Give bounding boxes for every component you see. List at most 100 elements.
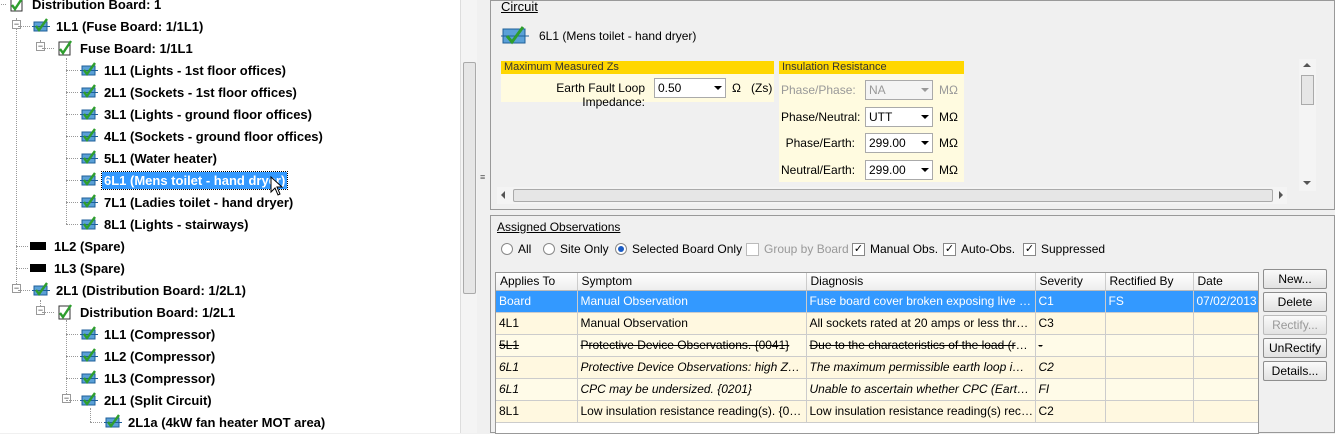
tree-collapse-toggle[interactable]: − [36,306,45,315]
tree-item-label: 7L1 (Ladies toilet - hand dryer) [104,194,294,210]
radio-icon [501,243,513,255]
tree-collapse-toggle[interactable]: − [12,20,21,29]
tree-collapse-toggle[interactable]: − [62,394,71,403]
circuit-check-icon [80,62,102,78]
ir-field-label: Phase/Phase: [781,83,856,97]
tree-connector [66,70,78,71]
observation-row[interactable]: 6L1 Protective Device Observations: high … [496,356,1258,379]
circuit-hscroll-thumb[interactable] [513,189,1273,202]
tree-scrollbar-thumb[interactable] [463,62,476,294]
circuit-check-icon [32,18,54,34]
cell-applies-to: 8L1 [496,400,578,423]
column-header[interactable]: Applies To [496,273,578,291]
tree-item[interactable]: Distribution Board: 1/2L1 [56,302,237,322]
tree-item[interactable]: 1L1 (Lights - 1st floor offices) [80,60,288,80]
tree-item[interactable]: 4L1 (Sockets - ground floor offices) [80,126,325,146]
observation-row[interactable]: 4L1 Manual Observation All sockets rated a… [496,312,1258,335]
scroll-right-icon[interactable] [1279,191,1283,199]
circuit-horizontal-scrollbar[interactable] [497,187,1287,204]
ir-field-select[interactable]: UTT [865,107,933,127]
chevron-down-icon [921,168,929,172]
observation-row[interactable]: 8L1 Low insulation resistance reading(s).… [496,400,1258,423]
observation-row[interactable]: 5L1 Protective Device Observations. {0041… [496,334,1258,357]
new-observation-button[interactable]: New... [1263,269,1327,289]
tree-item-label: 1L3 (Spare) [54,260,125,276]
tree-item[interactable]: 6L1 (Mens toilet - hand dryer) [80,170,289,190]
suppressed-checkbox[interactable]: ✓ Suppressed [1023,242,1105,256]
observation-row[interactable]: Board Manual Observation Fuse board cover … [496,290,1258,313]
tree-connector [66,356,78,357]
cell-rectified-by [1105,312,1194,335]
tree-item[interactable]: 1L1 (Compressor) [80,324,217,344]
delete-observation-button[interactable]: Delete [1263,292,1327,312]
circuit-vertical-scrollbar[interactable] [1299,59,1316,191]
tree-scrollbar[interactable] [460,0,477,433]
column-header[interactable]: Rectified By [1105,273,1194,291]
tree-item[interactable]: Fuse Board: 1/1L1 [56,38,195,58]
circuit-check-icon [80,194,102,210]
tree-collapse-toggle[interactable]: − [12,284,21,293]
tree-item[interactable]: 1L3 (Spare) [30,258,127,278]
filter-site-only-radio[interactable]: Site Only [543,242,609,256]
ir-field-select[interactable]: 299.00 [865,160,933,180]
ir-field-label: Phase/Neutral: [781,110,861,124]
megohm-unit: MΩ [939,163,958,177]
tree-collapse-toggle[interactable]: − [36,42,45,51]
tree-item[interactable]: 1L1 (Fuse Board: 1/1L1) [32,16,205,36]
zs-suffix: (Zs) [751,81,773,95]
filter-all-radio[interactable]: All [501,242,531,256]
tree-item[interactable]: 1L3 (Compressor) [80,368,217,388]
rectify-button[interactable]: Rectify... [1263,315,1327,335]
tree-connector [16,18,17,290]
column-header[interactable]: Symptom [577,273,807,291]
earth-fault-loop-impedance-select[interactable]: 0.50 [654,78,726,98]
megohm-unit: MΩ [939,136,958,150]
circuit-check-icon [104,414,126,430]
group-by-board-checkbox[interactable]: Group by Board [746,242,849,256]
cell-diagnosis: Fuse board cover broken exposing live pa… [806,290,1036,313]
tree-connector [42,48,54,49]
filter-selected-board-only-radio[interactable]: Selected Board Only [615,242,742,256]
circuit-check-icon [80,370,102,386]
tree-item-label: 2L1 (Sockets - 1st floor offices) [104,84,297,100]
tree-item[interactable]: 1L2 (Compressor) [80,346,217,366]
tree-connector [66,202,78,203]
pane-splitter[interactable]: ≡ [477,0,490,433]
tree-item[interactable]: Distribution Board: 1 [8,0,163,14]
column-header[interactable]: Severity [1035,273,1106,291]
scroll-down-icon[interactable] [1303,181,1311,185]
tree-item[interactable]: 5L1 (Water heater) [80,148,219,168]
scroll-left-icon[interactable] [501,191,505,199]
ir-field-select[interactable]: 299.00 [865,133,933,153]
column-header[interactable]: Date [1193,273,1258,291]
megohm-unit: MΩ [939,110,958,124]
board-tree[interactable]: − − − − − Distribution Board: 1 1L1 (Fuse… [0,0,460,433]
observation-row[interactable]: 6L1 CPC may be undersized. {0201} Unable t… [496,378,1258,401]
cell-severity: C2 [1035,356,1106,379]
tree-item[interactable]: 7L1 (Ladies toilet - hand dryer) [80,192,295,212]
tree-item[interactable]: 8L1 (Lights - stairways) [80,214,250,234]
tree-item[interactable]: 2L1 (Sockets - 1st floor offices) [80,82,299,102]
cell-date [1193,378,1258,401]
details-button[interactable]: Details... [1263,361,1327,381]
chevron-down-icon [714,86,722,90]
cell-diagnosis: Low insulation resistance reading(s) rec… [806,400,1036,423]
tree-item-label: 1L2 (Compressor) [104,348,216,364]
tree-item-label: Distribution Board: 1/2L1 [80,304,236,320]
circuit-vscroll-thumb[interactable] [1301,75,1314,105]
scroll-up-icon[interactable] [1303,63,1311,67]
cell-applies-to: 6L1 [496,378,578,401]
tree-item[interactable]: 1L2 (Spare) [30,236,127,256]
auto-obs-checkbox[interactable]: ✓ Auto-Obs. [943,242,1015,256]
manual-obs-checkbox[interactable]: ✓ Manual Obs. [852,242,938,256]
circuit-check-icon [80,216,102,232]
unrectify-button[interactable]: UnRectify [1263,338,1327,358]
tree-item-label: Fuse Board: 1/1L1 [80,40,193,56]
tree-item[interactable]: 2L1 (Split Circuit) [80,390,214,410]
ir-field-select[interactable]: NA [865,80,933,100]
column-header[interactable]: Diagnosis [806,273,1036,291]
tree-item[interactable]: 3L1 (Lights - ground floor offices) [80,104,314,124]
observations-grid[interactable]: Applies To Symptom Diagnosis Severity Rectif… [495,272,1259,434]
tree-item[interactable]: 2L1 (Distribution Board: 1/2L1) [32,280,248,300]
tree-item[interactable]: 2L1a (4kW fan heater MOT area) [104,412,327,432]
